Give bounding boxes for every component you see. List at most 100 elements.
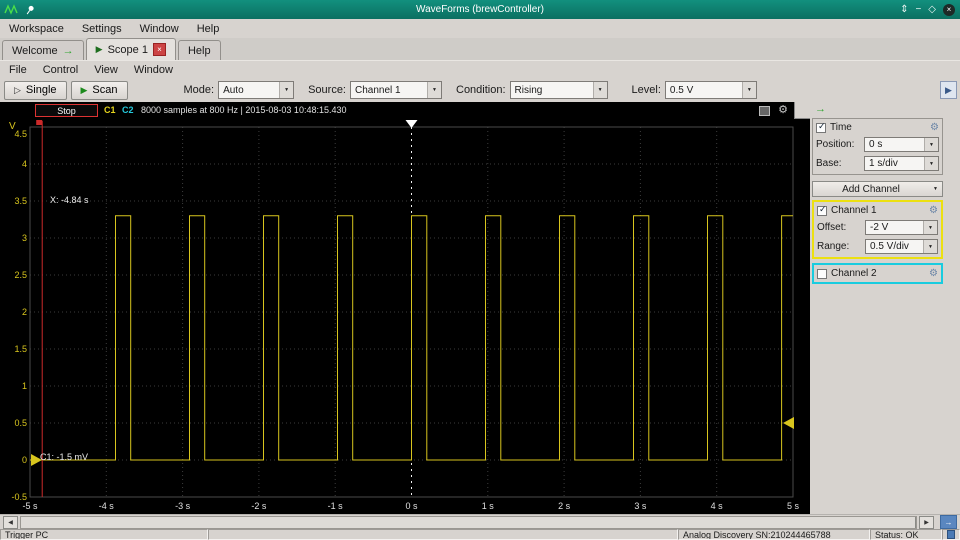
menu-view[interactable]: View: [94, 64, 118, 76]
play-icon: ▶: [95, 44, 103, 54]
gear-icon[interactable]: ⚙: [778, 103, 788, 116]
range-label: Range:: [817, 241, 850, 252]
y-tick-label: -0.5: [11, 492, 27, 500]
x-tick-label: -4 s: [98, 501, 114, 511]
menu-window-scope[interactable]: Window: [134, 64, 173, 76]
mode-select[interactable]: Auto ▼: [218, 81, 295, 99]
panel-arrow-icon[interactable]: →: [815, 103, 826, 115]
close-tab-icon[interactable]: ×: [152, 43, 166, 56]
y-tick-label: 1.5: [14, 344, 27, 354]
close-icon[interactable]: ×: [943, 3, 955, 16]
base-value: 1 s/div: [869, 158, 898, 169]
toolbar-overflow-button[interactable]: ▶: [940, 81, 957, 99]
channel2-gear-icon[interactable]: ⚙: [929, 268, 938, 279]
menu-workspace[interactable]: Workspace: [9, 23, 64, 35]
position-select[interactable]: 0 s ▼: [864, 137, 939, 152]
y-tick-label: 3: [22, 233, 27, 243]
condition-label: Condition:: [456, 84, 506, 96]
chevron-down-icon: ▼: [923, 240, 937, 253]
channel2-checkbox[interactable]: [817, 268, 827, 279]
source-select[interactable]: Channel 1 ▼: [350, 81, 442, 99]
plot-header: Stop C1 C2 8000 samples at 800 Hz | 2015…: [0, 102, 810, 119]
level-select[interactable]: 0.5 V ▼: [664, 81, 757, 99]
channel2-tag[interactable]: C2: [122, 105, 134, 115]
y-tick-label: 0: [22, 455, 27, 465]
source-value: Channel 1: [355, 84, 401, 96]
chevron-down-icon: ▼: [427, 82, 441, 98]
tab-help-label: Help: [187, 44, 211, 57]
x-tick-label: 4 s: [710, 501, 723, 511]
add-channel-label: Add Channel: [842, 183, 900, 195]
chevron-down-icon: ▼: [923, 221, 937, 234]
scroll-right-icon[interactable]: ▶: [919, 515, 934, 529]
condition-select[interactable]: Rising ▼: [509, 81, 608, 99]
x-tick-label: 1 s: [481, 501, 494, 511]
time-group: Time ⚙ Position: 0 s ▼ Base: 1 s/div ▼: [812, 118, 943, 175]
x-tick-label: 5 s: [786, 501, 799, 511]
channel1-tag[interactable]: C1: [104, 105, 116, 115]
x-tick-label: 2 s: [558, 501, 571, 511]
tab-scope-1[interactable]: ▶ Scope 1 ×: [85, 38, 176, 60]
tab-welcome[interactable]: Welcome →: [2, 40, 84, 60]
menu-window[interactable]: Window: [140, 23, 179, 35]
stop-button[interactable]: Stop: [35, 104, 98, 117]
panel-toggle-button[interactable]: →: [940, 515, 957, 529]
y-axis-unit: V: [9, 121, 16, 132]
settings-panel: → Time ⚙ Position: 0 s ▼ Base: 1 s/div ▼…: [810, 102, 960, 514]
scan-button-label: Scan: [92, 84, 118, 96]
y-tick-label: 2: [22, 307, 27, 317]
menu-file[interactable]: File: [9, 64, 27, 76]
scroll-thumb[interactable]: [21, 516, 916, 528]
base-label: Base:: [816, 158, 842, 169]
base-select[interactable]: 1 s/div ▼: [864, 156, 939, 171]
x-tick-label: -3 s: [175, 501, 191, 511]
x-axis-labels: -5 s -4 s -3 s -2 s -1 s 0 s 1 s 2 s 3 s 4 s 5 s: [0, 500, 810, 514]
statusbar: Trigger PC Analog Discovery SN:210244465…: [0, 529, 960, 540]
pin-icon[interactable]: [22, 2, 37, 18]
menu-settings[interactable]: Settings: [82, 23, 122, 35]
device-icon: [942, 529, 960, 540]
channel1-label: Channel 1: [831, 205, 877, 216]
trigger-status: Trigger PC: [0, 529, 208, 540]
offset-value: -2 V: [870, 222, 889, 233]
tab-help[interactable]: Help: [177, 40, 221, 60]
y-tick-label: 0.5: [14, 418, 27, 428]
x-tick-label: -5 s: [22, 501, 38, 511]
scroll-track[interactable]: [20, 515, 917, 529]
minimize-icon[interactable]: −: [915, 4, 921, 15]
scope-toolbar: ▷ Single ▶ Scan Mode: Auto ▼ Source: Cha…: [0, 78, 960, 102]
scroll-left-icon[interactable]: ◀: [3, 515, 18, 529]
window-restore-icon[interactable]: [759, 106, 770, 116]
horizontal-scrollbar[interactable]: ◀ ▶ →: [0, 514, 960, 529]
capture-info: 8000 samples at 800 Hz | 2015-08-03 10:4…: [141, 105, 347, 115]
restore-icon[interactable]: ⇕: [900, 4, 908, 15]
menu-control[interactable]: Control: [43, 64, 78, 76]
mode-value: Auto: [223, 84, 244, 96]
scan-button[interactable]: ▶ Scan: [70, 80, 128, 100]
chevron-down-icon: ▼: [924, 138, 938, 151]
time-checkbox[interactable]: [816, 121, 826, 133]
maximize-icon[interactable]: ◇: [928, 4, 936, 15]
channel2-group: Channel 2 ⚙: [812, 263, 943, 284]
channel1-gear-icon[interactable]: ⚙: [929, 205, 938, 216]
x-tick-label: -1 s: [327, 501, 343, 511]
y-tick-label: 4: [22, 159, 27, 169]
range-select[interactable]: 0.5 V/div ▼: [865, 239, 938, 254]
single-button[interactable]: ▷ Single: [4, 80, 67, 100]
offset-select[interactable]: -2 V ▼: [865, 220, 938, 235]
channel1-group: Channel 1 ⚙ Offset: -2 V ▼ Range: 0.5 V/…: [812, 200, 943, 259]
waveforms-logo-icon: [4, 4, 18, 15]
y-tick-label: 2.5: [14, 270, 27, 280]
statusbar-spacer: [208, 529, 678, 540]
channel1-readout: C1: -1.5 mV: [40, 452, 89, 462]
channel1-checkbox[interactable]: [817, 204, 827, 216]
menu-help[interactable]: Help: [197, 23, 220, 35]
add-channel-button[interactable]: Add Channel ▼: [812, 181, 943, 197]
app-menubar: Workspace Settings Window Help: [0, 19, 960, 38]
scan-icon: ▶: [80, 84, 88, 95]
plot-corner-button[interactable]: [794, 102, 810, 119]
range-value: 0.5 V/div: [870, 241, 909, 252]
time-gear-icon[interactable]: ⚙: [930, 122, 939, 133]
offset-label: Offset:: [817, 222, 847, 233]
scope-plot-canvas[interactable]: 4.5 4 3.5 3 2.5 2 1.5 1 0.5 0 -0.5 V: [0, 119, 810, 500]
